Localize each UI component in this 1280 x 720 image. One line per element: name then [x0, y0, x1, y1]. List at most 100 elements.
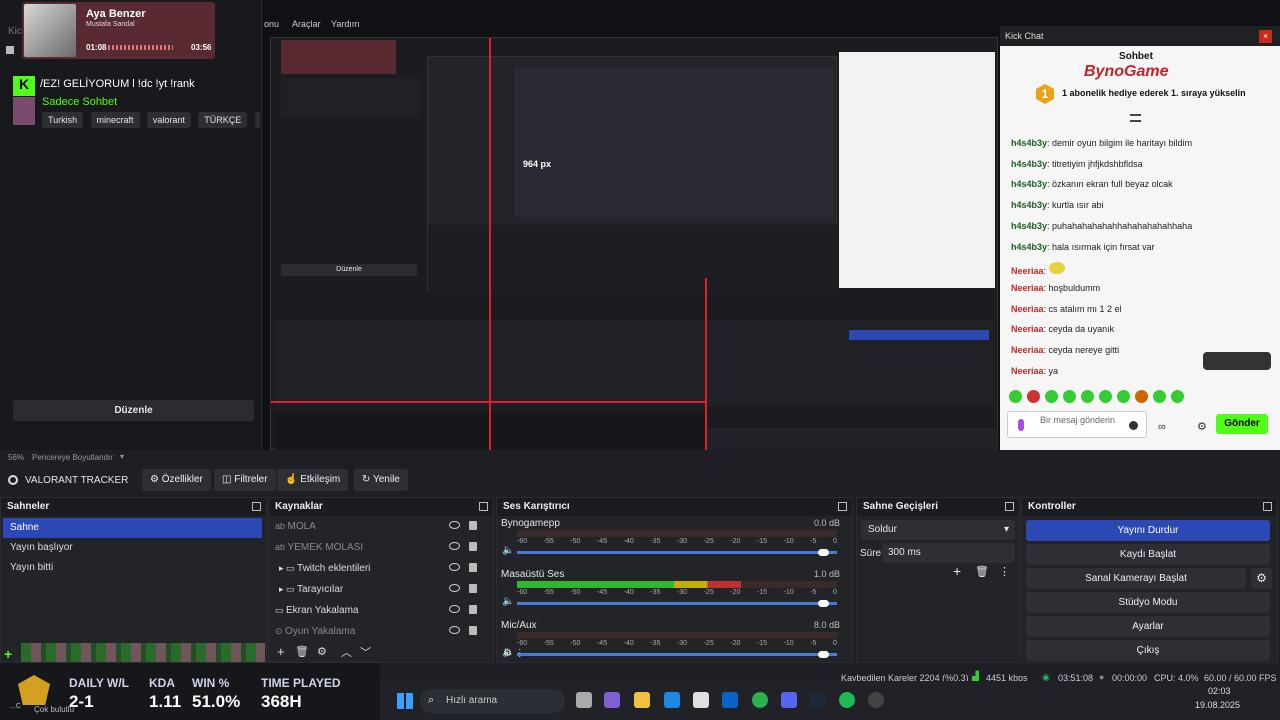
emote-icon[interactable]	[1171, 390, 1184, 403]
edge-icon[interactable]	[664, 692, 680, 708]
volume-slider[interactable]	[517, 600, 837, 607]
emote-icon[interactable]	[1099, 390, 1112, 403]
tag[interactable]: Turkish	[42, 112, 84, 128]
gear-icon[interactable]: ⚙	[1197, 420, 1207, 433]
add-icon[interactable]: +	[277, 644, 285, 659]
visibility-icon[interactable]	[449, 626, 460, 634]
menu-item[interactable]: Yardım	[331, 19, 359, 29]
chat-username[interactable]: Neeriaa	[1011, 366, 1044, 376]
move-down-icon[interactable]: ﹀	[360, 644, 371, 660]
popout-icon[interactable]	[479, 502, 488, 511]
chat-username[interactable]: Neeriaa	[1011, 304, 1044, 314]
chat-username[interactable]: h4s4b3y	[1011, 159, 1047, 169]
stream-category[interactable]: Sadece Sohbet	[42, 96, 117, 108]
source-item[interactable]: ▸ ▭ Tarayıcılar	[269, 579, 493, 600]
zoom-level[interactable]: 56%	[8, 453, 24, 462]
chrome-icon[interactable]	[752, 692, 768, 708]
popout-icon[interactable]	[838, 502, 847, 511]
properties-button[interactable]: ⚙ Özellikler	[142, 469, 211, 491]
visibility-icon[interactable]	[449, 584, 460, 592]
discord-icon[interactable]	[781, 692, 797, 708]
refresh-button[interactable]: ↻ Yenile	[354, 469, 408, 491]
lock-icon[interactable]	[469, 542, 477, 551]
exit-button[interactable]: Çıkış	[1026, 640, 1270, 661]
chat-username[interactable]: h4s4b3y	[1011, 179, 1047, 189]
transition-select[interactable]: Soldur ▾	[861, 520, 1015, 540]
zoom-mode[interactable]: Pencereye Boyutlandır	[32, 453, 113, 462]
stop-streaming-button[interactable]: Yayını Durdur	[1026, 520, 1270, 541]
lock-icon[interactable]	[469, 626, 477, 635]
visibility-icon[interactable]	[449, 542, 460, 550]
mixer-settings-icon[interactable]: ⚙ ⋮	[503, 648, 525, 659]
tag[interactable]: ailey	[254, 112, 260, 128]
gear-icon[interactable]: ⚙	[317, 645, 327, 658]
settings-button[interactable]: Ayarlar	[1026, 616, 1270, 637]
volume-knob[interactable]	[817, 549, 829, 556]
emote-icon[interactable]	[1153, 390, 1166, 403]
filter-icon[interactable]	[1130, 114, 1141, 122]
popout-icon[interactable]	[1005, 502, 1014, 511]
store-icon[interactable]	[693, 692, 709, 708]
source-item[interactable]: ab MOLA	[269, 516, 493, 537]
emote-icon[interactable]	[1063, 390, 1076, 403]
volume-slider[interactable]	[517, 549, 837, 556]
emote-icon[interactable]	[1135, 390, 1148, 403]
menu-item[interactable]: onu	[264, 19, 279, 29]
chat-username[interactable]: h4s4b3y	[1011, 221, 1047, 231]
edit-button[interactable]: Düzenle	[13, 400, 254, 421]
visibility-icon[interactable]	[449, 563, 460, 571]
popout-icon[interactable]	[252, 502, 261, 511]
volume-knob[interactable]	[817, 651, 829, 658]
emote-icon[interactable]	[1045, 390, 1058, 403]
spotify-icon[interactable]	[839, 692, 855, 708]
interact-button[interactable]: ☝ Etkileşim	[277, 469, 349, 491]
chat-username[interactable]: Neeriaa	[1011, 283, 1044, 293]
studio-mode-button[interactable]: Stüdyo Modu	[1026, 592, 1270, 613]
infinity-icon[interactable]: ∞	[1158, 421, 1166, 433]
chat-username[interactable]: h4s4b3y	[1011, 138, 1047, 148]
speaker-icon[interactable]: 🔈	[502, 545, 514, 556]
start-recording-button[interactable]: Kaydı Başlat	[1026, 544, 1270, 565]
emote-icon[interactable]	[1027, 390, 1040, 403]
lock-icon[interactable]	[469, 521, 477, 530]
chat-input[interactable]: Bir mesaj gönderin	[1007, 411, 1147, 438]
speaker-icon[interactable]: 🔈	[502, 596, 514, 607]
more-icon[interactable]: ⋮	[999, 565, 1010, 578]
chat-username[interactable]: Neeriaa	[1011, 266, 1044, 276]
trash-icon[interactable]: 🗑	[295, 645, 309, 658]
gear-icon[interactable]: ⚙	[1251, 568, 1272, 589]
filters-button[interactable]: ◫ Filtreler	[214, 469, 276, 491]
volume-knob[interactable]	[817, 600, 829, 607]
taskbar-search[interactable]: ⌕ Hızlı arama	[420, 689, 565, 713]
duration-input[interactable]: 300 ms	[882, 543, 1015, 563]
chat-username[interactable]: h4s4b3y	[1011, 200, 1047, 210]
scene-item[interactable]: Sahne	[3, 518, 262, 538]
source-item[interactable]: ⊙ Oyun Yakalama	[269, 621, 493, 642]
tag[interactable]: minecraft	[90, 112, 140, 128]
file-explorer-icon[interactable]	[634, 692, 650, 708]
popout-icon[interactable]	[1263, 502, 1272, 511]
menu-item[interactable]: Araçlar	[292, 19, 321, 29]
source-item[interactable]: ▭ Ekran Yakalama	[269, 600, 493, 621]
obs-icon[interactable]	[868, 692, 884, 708]
volume-slider[interactable]	[517, 651, 837, 658]
message-actions[interactable]	[1203, 352, 1271, 370]
visibility-icon[interactable]	[449, 605, 460, 613]
source-item[interactable]: ▸ ▭ Twitch eklentileri	[269, 558, 493, 579]
add-icon[interactable]: +	[953, 563, 961, 579]
scene-item[interactable]: Yayın başlıyor	[3, 538, 262, 558]
emote-icon[interactable]	[1081, 390, 1094, 403]
task-view-icon[interactable]	[576, 692, 592, 708]
outlook-icon[interactable]	[722, 692, 738, 708]
chat-username[interactable]: Neeriaa	[1011, 324, 1044, 334]
chevron-down-icon[interactable]: ▾	[120, 452, 124, 461]
visibility-icon[interactable]	[449, 521, 460, 529]
emote-icon[interactable]	[1117, 390, 1130, 403]
source-item[interactable]: ab YEMEK MOLASI	[269, 537, 493, 558]
copilot-icon[interactable]	[604, 692, 620, 708]
scene-item[interactable]: Yayın bitti	[3, 558, 262, 578]
lock-icon[interactable]	[469, 605, 477, 614]
tag[interactable]: valorant	[146, 112, 191, 128]
lock-icon[interactable]	[469, 563, 477, 572]
wrench-icon[interactable]	[6, 46, 14, 54]
